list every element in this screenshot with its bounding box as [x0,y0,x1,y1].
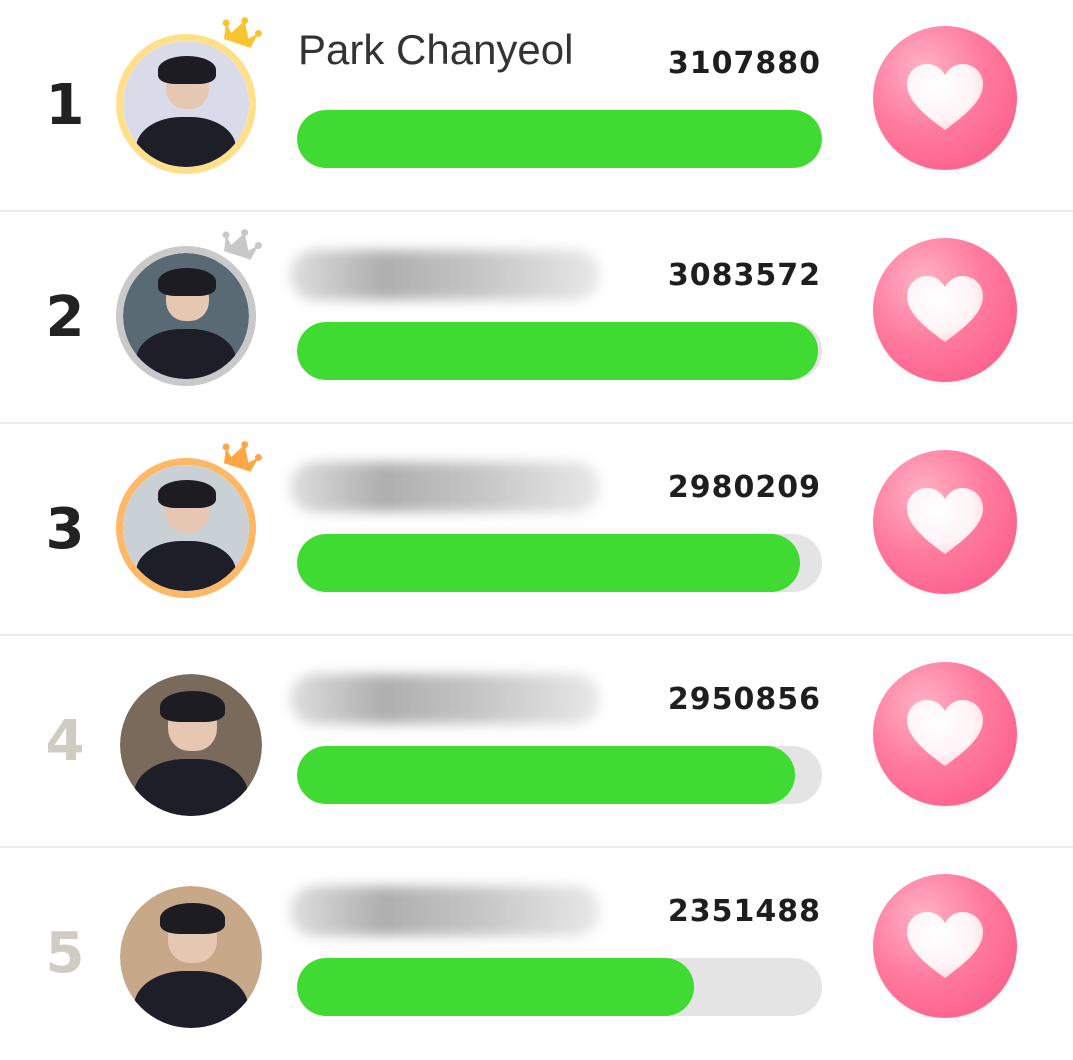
ranking-row-2: 2 3083572 [0,212,1073,424]
avatar-container [116,882,268,1034]
avatar-container [116,229,268,398]
vote-progress-fill [297,746,796,804]
heart-icon [907,276,983,342]
vote-count: 2351488 [667,894,821,929]
vote-progress-bar [297,110,822,168]
vote-count: 3107880 [667,46,821,81]
heart-icon [907,488,983,554]
ranking-row-4: 4 2950856 [0,636,1073,848]
heart-icon [907,64,983,130]
vote-progress-fill [297,958,695,1016]
artist-name: Park Chanyeol [298,26,574,73]
avatar[interactable] [120,886,262,1028]
vote-button[interactable] [873,238,1017,382]
vote-progress-bar [297,534,822,592]
avatar[interactable] [116,458,256,598]
vote-progress-bar [297,958,822,1016]
avatar[interactable] [120,674,262,816]
vote-button[interactable] [873,874,1017,1018]
rank-number: 5 [45,921,85,986]
rank-number: 2 [45,285,85,350]
avatar[interactable] [116,246,256,386]
vote-progress-fill [297,322,818,380]
vote-count: 3083572 [667,258,821,293]
name-redacted [290,674,600,724]
vote-count: 2980209 [667,470,821,505]
name-redacted [290,462,600,512]
avatar-container [116,441,268,610]
vote-button[interactable] [873,26,1017,170]
crown-icon [222,441,262,472]
heart-icon [907,912,983,978]
avatar-container [116,17,268,186]
vote-progress-bar [297,322,822,380]
vote-button[interactable] [873,662,1017,806]
avatar[interactable] [116,34,256,174]
rank-number: 3 [45,497,85,562]
name-redacted [290,886,600,936]
rank-number: 4 [45,709,85,774]
vote-progress-bar [297,746,822,804]
ranking-row-3: 3 2980209 [0,424,1073,636]
rank-number: 1 [45,73,85,138]
ranking-row-1: 1 Park Chanyeol 3107880 [0,0,1073,212]
ranking-row-5: 5 2351488 [0,848,1073,1060]
vote-button[interactable] [873,450,1017,594]
heart-icon [907,700,983,766]
vote-progress-fill [297,110,822,168]
vote-count: 2950856 [667,682,821,717]
crown-icon [222,17,262,48]
vote-progress-fill [297,534,801,592]
name-redacted [290,250,600,300]
crown-icon [222,229,262,260]
avatar-container [116,670,268,822]
